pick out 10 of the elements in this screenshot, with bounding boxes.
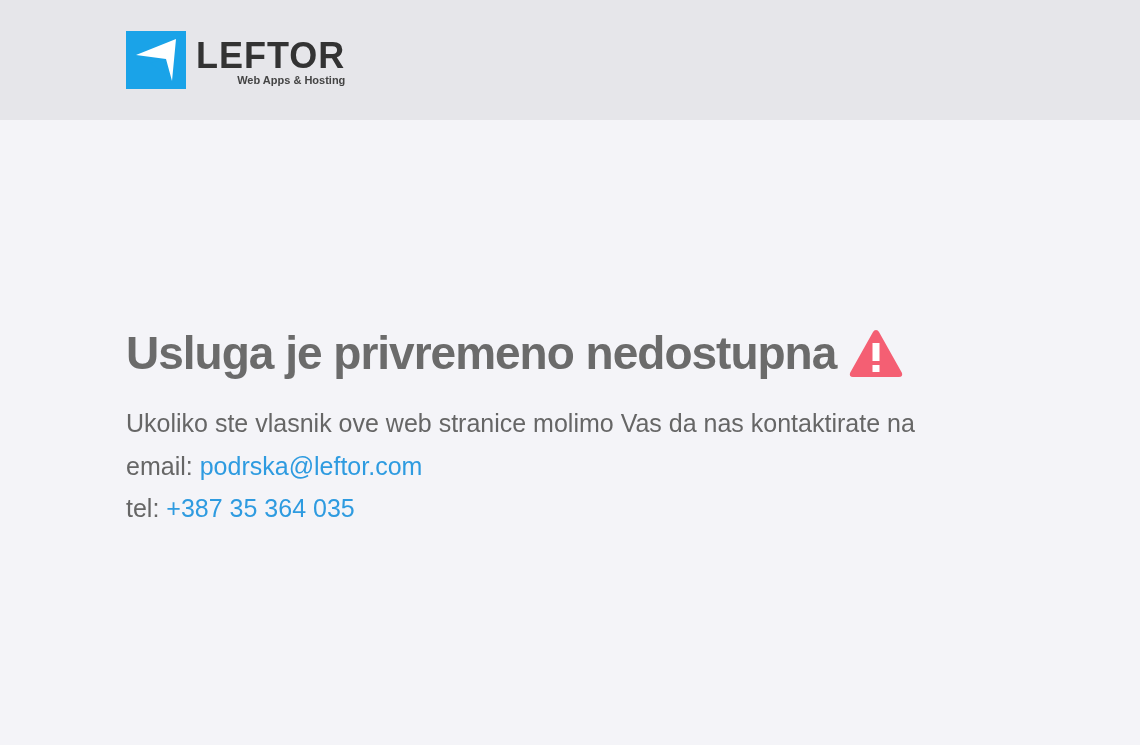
contact-message: Ukoliko ste vlasnik ove web stranice molimo Vas da nas kontaktirate na [126, 408, 916, 439]
contact-label: tel: [126, 493, 160, 524]
contact-link[interactable]: podrska@leftor.com [199, 445, 423, 487]
logo-icon [126, 31, 186, 89]
page-title: Usluga je privremeno nedostupna [126, 326, 837, 380]
logo-name: LEFTOR [196, 38, 346, 75]
contact-link[interactable]: +387 35 364 035 [166, 487, 355, 529]
warning-icon [848, 327, 905, 379]
logo-tagline: Web Apps & Hosting [237, 74, 346, 88]
contact-label: email: [126, 451, 193, 482]
